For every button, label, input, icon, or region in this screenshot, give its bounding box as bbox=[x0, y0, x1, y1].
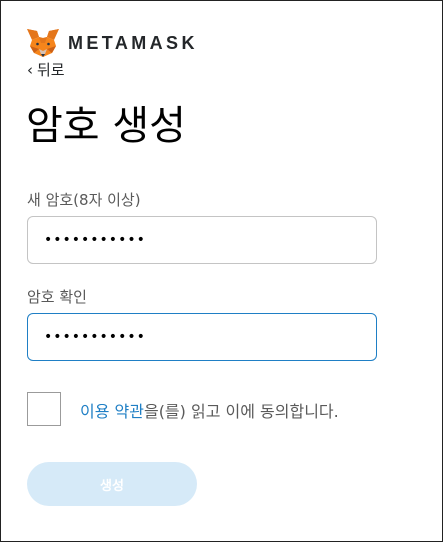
back-link[interactable]: ‹ 뒤로 bbox=[27, 59, 65, 80]
metamask-fox-icon bbox=[27, 29, 59, 57]
chevron-left-icon: ‹ bbox=[27, 60, 33, 79]
terms-checkbox[interactable] bbox=[27, 392, 61, 426]
confirm-password-field[interactable] bbox=[27, 313, 377, 361]
metamask-logo: METAMASK bbox=[26, 28, 198, 58]
back-label: 뒤로 bbox=[37, 61, 65, 79]
metamask-wordmark: METAMASK bbox=[68, 32, 198, 53]
create-button[interactable]: 생성 bbox=[27, 462, 197, 506]
terms-of-use-link[interactable]: 이용 약관 bbox=[80, 402, 144, 421]
onboarding-panel: METAMASK ‹ 뒤로 암호 생성 새 암호(8자 이상) 암호 확인 이용… bbox=[0, 0, 443, 542]
confirm-password-label: 암호 확인 bbox=[27, 288, 87, 306]
new-password-field[interactable] bbox=[27, 216, 377, 264]
terms-agreement-text: 을(를) 읽고 이에 동의합니다. bbox=[143, 402, 339, 421]
new-password-label: 새 암호(8자 이상) bbox=[27, 191, 141, 209]
page-title: 암호 생성 bbox=[26, 103, 186, 149]
terms-text: 이용 약관을(를) 읽고 이에 동의합니다. bbox=[80, 398, 339, 422]
